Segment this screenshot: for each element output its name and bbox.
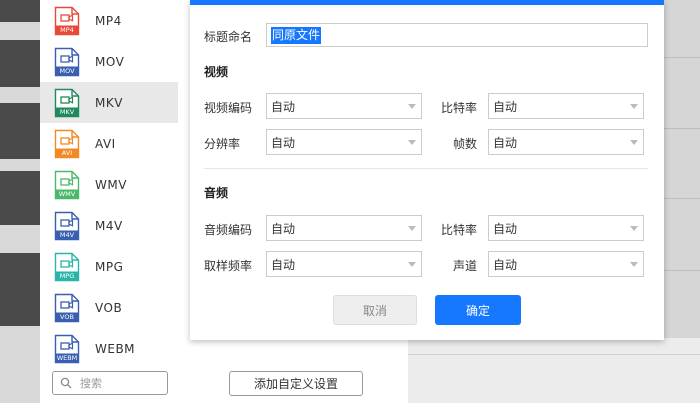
format-list-panel: MP4 MP4 MOV MOV MKV MKV AVI AVI WMV WMV M4V M4V MPG M… [40, 0, 222, 403]
format-item-vob[interactable]: VOB VOB [40, 287, 178, 328]
video-file-icon: MPG [54, 252, 80, 282]
framerate-select[interactable]: 自动 [488, 129, 644, 155]
video-file-icon: MOV [54, 47, 80, 77]
channel-select[interactable]: 自动 [488, 251, 644, 277]
video-file-icon: MP4 [54, 6, 80, 36]
title-input[interactable]: 同原文件 [266, 23, 648, 47]
video-file-icon: VOB [54, 293, 80, 323]
format-badge-text: VOB [60, 312, 74, 321]
format-badge-text: AVI [61, 148, 73, 157]
audio-bitrate-value: 自动 [493, 221, 518, 236]
format-item-label: MP4 [95, 13, 122, 28]
background-divider [664, 198, 700, 199]
chevron-down-icon [408, 262, 416, 267]
format-item-label: MPG [95, 259, 124, 274]
video-bitrate-value: 自动 [493, 99, 518, 114]
audio-bitrate-label: 比特率 [441, 223, 478, 237]
framerate-value: 自动 [493, 135, 518, 150]
audio-codec-value: 自动 [271, 221, 296, 236]
video-file-icon: MKV [54, 88, 80, 118]
format-item-webm[interactable]: WEBM WEBM [40, 328, 178, 369]
add-custom-settings-button[interactable]: 添加自定义设置 [229, 371, 363, 396]
search-icon [60, 377, 72, 389]
format-item-label: M4V [95, 218, 123, 233]
chevron-down-icon [630, 226, 638, 231]
background-divider [664, 270, 700, 271]
format-item-label: WMV [95, 177, 127, 192]
background-thumb [0, 40, 40, 87]
resolution-value: 自动 [271, 135, 296, 150]
samplerate-value: 自动 [271, 257, 296, 272]
chevron-down-icon [408, 140, 416, 145]
chevron-down-icon [630, 262, 638, 267]
resolution-select[interactable]: 自动 [266, 129, 422, 155]
video-codec-label: 视频编码 [204, 101, 253, 115]
cancel-button[interactable]: 取消 [333, 295, 417, 325]
video-codec-value: 自动 [271, 99, 296, 114]
format-item-label: AVI [95, 136, 116, 151]
samplerate-select[interactable]: 自动 [266, 251, 422, 277]
chevron-down-icon [630, 140, 638, 145]
resolution-label: 分辨率 [204, 137, 241, 151]
format-badge-text: WEBM [56, 353, 78, 362]
format-item-avi[interactable]: AVI AVI [40, 123, 178, 164]
chevron-down-icon [630, 104, 638, 109]
framerate-label: 帧数 [453, 137, 478, 151]
format-badge-text: MP4 [60, 25, 74, 34]
format-badge-text: MOV [59, 66, 75, 75]
background-thumb [0, 103, 40, 159]
background-divider [408, 354, 700, 355]
video-file-icon: WEBM [54, 334, 80, 364]
video-file-icon: M4V [54, 211, 80, 241]
background-divider [664, 128, 700, 129]
format-item-m4v[interactable]: M4V M4V [40, 205, 178, 246]
background-thumb [0, 253, 40, 326]
format-badge-text: MKV [59, 107, 75, 116]
section-divider [204, 168, 648, 169]
background-thumb [0, 0, 40, 22]
video-file-icon: WMV [54, 170, 80, 200]
video-section-title: 视频 [204, 65, 229, 79]
format-item-mov[interactable]: MOV MOV [40, 41, 178, 82]
audio-section-title: 音频 [204, 186, 229, 200]
settings-dialog: 标题命名 同原文件 视频 视频编码 自动 比特率 自动 分辨率 自动 帧数 自动… [190, 0, 664, 340]
channel-value: 自动 [493, 257, 518, 272]
dialog-accent-bar [190, 0, 664, 5]
video-bitrate-select[interactable]: 自动 [488, 93, 644, 119]
video-codec-select[interactable]: 自动 [266, 93, 422, 119]
format-badge-text: WMV [58, 189, 76, 198]
audio-codec-select[interactable]: 自动 [266, 215, 422, 241]
title-label: 标题命名 [204, 30, 253, 44]
format-item-mp4[interactable]: MP4 MP4 [40, 0, 178, 41]
video-file-icon: AVI [54, 129, 80, 159]
format-item-label: WEBM [95, 341, 136, 356]
audio-codec-label: 音频编码 [204, 223, 253, 237]
channel-label: 声道 [453, 259, 478, 273]
chevron-down-icon [408, 104, 416, 109]
format-badge-text: MPG [59, 271, 75, 280]
format-item-mpg[interactable]: MPG MPG [40, 246, 178, 287]
format-item-mkv[interactable]: MKV MKV [40, 82, 178, 123]
format-badge-text: M4V [59, 230, 75, 239]
format-item-wmv[interactable]: WMV WMV [40, 164, 178, 205]
chevron-down-icon [408, 226, 416, 231]
title-input-value: 同原文件 [271, 26, 322, 44]
background-divider [664, 57, 700, 58]
format-item-label: VOB [95, 300, 123, 315]
audio-bitrate-select[interactable]: 自动 [488, 215, 644, 241]
format-item-label: MKV [95, 95, 123, 110]
background-strip [0, 0, 40, 403]
format-item-label: MOV [95, 54, 125, 69]
video-bitrate-label: 比特率 [441, 101, 478, 115]
background-thumb [0, 171, 40, 225]
background-panel [408, 338, 700, 403]
search-input[interactable] [78, 375, 162, 391]
format-search-box[interactable] [52, 371, 168, 395]
ok-button[interactable]: 确定 [435, 295, 521, 325]
samplerate-label: 取样频率 [204, 259, 253, 273]
